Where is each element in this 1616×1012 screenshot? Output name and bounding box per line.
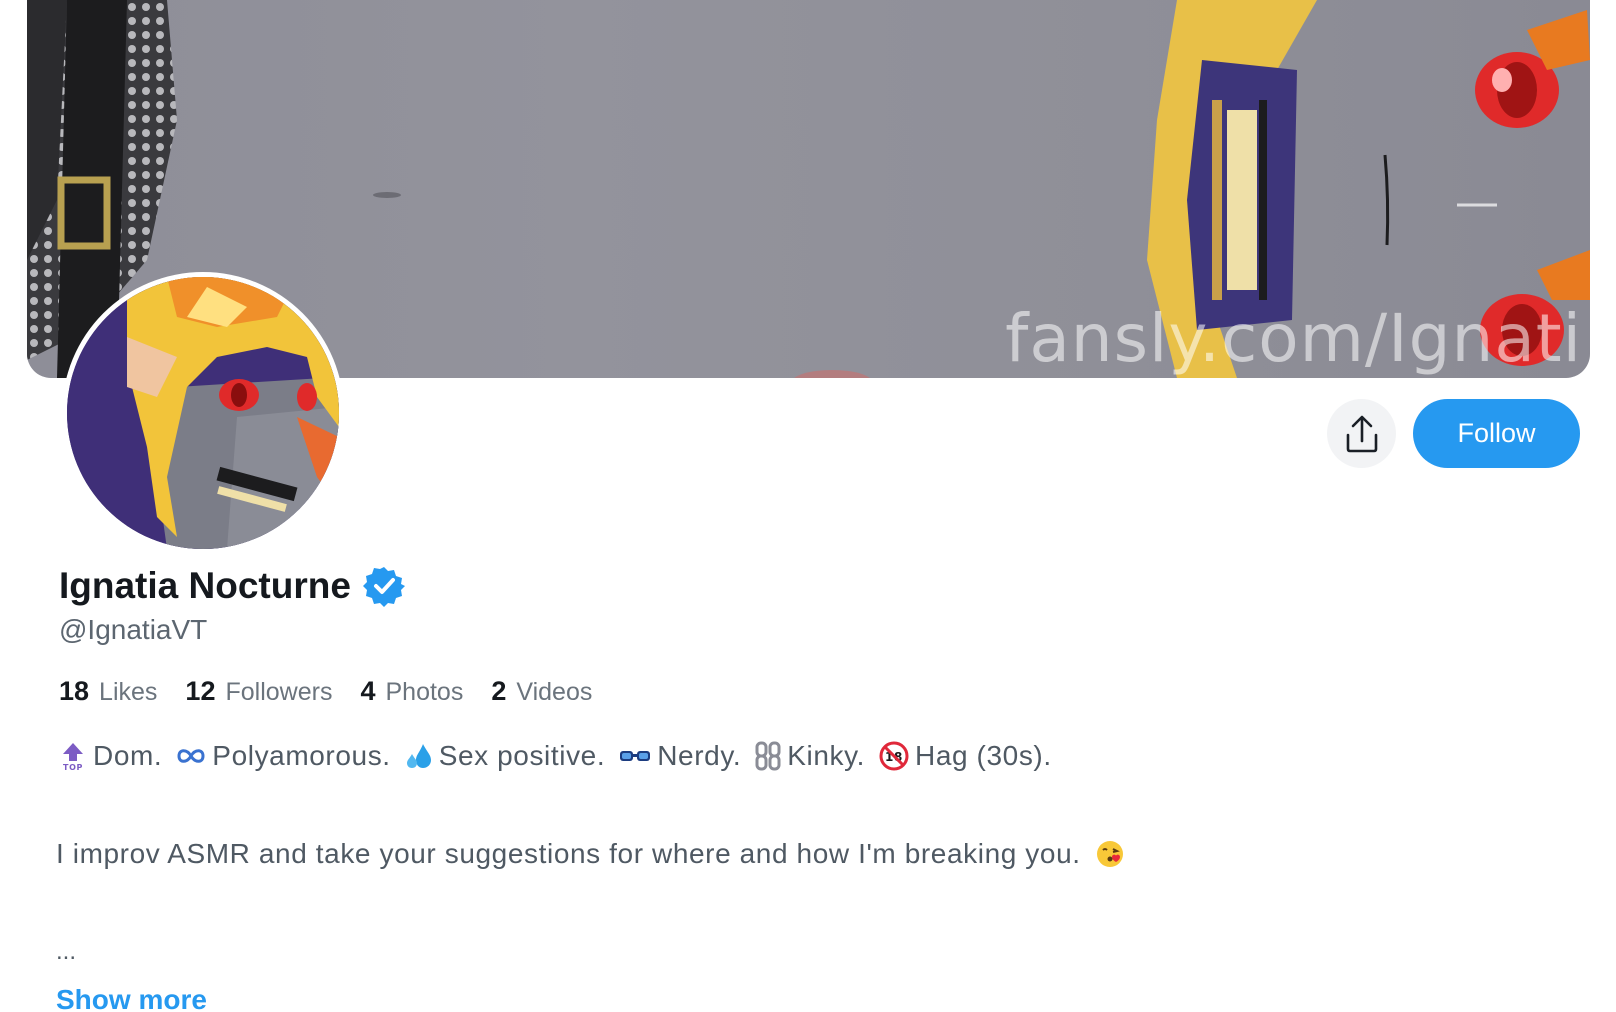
follow-button[interactable]: Follow [1413, 399, 1580, 468]
avatar[interactable] [62, 272, 344, 554]
bio-tag: Polyamorous. [176, 740, 390, 772]
stat-label: Likes [99, 678, 158, 706]
stat-value: 12 [185, 676, 216, 706]
display-name-row: Ignatia Nocturne [59, 565, 405, 607]
stat-value: 2 [491, 676, 507, 706]
bio-tag-text: Polyamorous. [212, 740, 391, 771]
profile-handle: @IgnatiaVT [59, 614, 208, 645]
banner-watermark: fansly.com/Ignati [1005, 300, 1582, 377]
bio-tag: TOP Dom. [59, 740, 162, 772]
stat-value: 18 [59, 676, 90, 706]
bio-tag-text: Kinky. [787, 740, 866, 771]
display-name: Ignatia Nocturne [59, 565, 351, 606]
no-under-18-icon: 18 [879, 741, 909, 771]
chains-icon [755, 741, 781, 771]
stat-likes[interactable]: 18 Likes [59, 676, 157, 707]
top-arrow-icon: TOP [59, 741, 87, 771]
bio-tags: TOP Dom. Polyamorous. Sex positive. Nerd… [59, 740, 1066, 772]
avatar-image [67, 277, 339, 549]
glasses-icon [619, 748, 651, 764]
stat-label: Videos [516, 678, 593, 706]
bio-tag: Nerdy. [619, 740, 741, 772]
bio-tag: Kinky. [755, 740, 865, 772]
show-more-link[interactable]: Show more [56, 984, 207, 1012]
bio-tag: 18 Hag (30s). [879, 740, 1052, 772]
profile-page: fansly.com/Ignati Follow Ignatia Nocturn… [0, 0, 1616, 1012]
stat-videos[interactable]: 2 Videos [491, 676, 592, 707]
share-upload-icon [1346, 415, 1377, 452]
sweat-droplets-icon [405, 742, 433, 770]
svg-text:TOP: TOP [63, 763, 83, 771]
profile-stats: 18 Likes 12 Followers 4 Photos 2 Videos [59, 676, 620, 707]
bio-tag-text: Sex positive. [438, 740, 606, 771]
stat-label: Photos [385, 678, 464, 706]
face-blowing-kiss-icon [1096, 841, 1123, 867]
stat-label: Followers [225, 678, 333, 706]
infinity-icon [176, 747, 206, 765]
share-button[interactable] [1327, 399, 1396, 468]
bio-description: I improv ASMR and take your suggestions … [56, 838, 1125, 870]
bio-tag-text: Nerdy. [657, 740, 742, 771]
bio-tag: Sex positive. [405, 740, 606, 772]
stat-followers[interactable]: 12 Followers [185, 676, 332, 707]
stat-value: 4 [360, 676, 376, 706]
bio-line-text: I improv ASMR and take your suggestions … [56, 838, 1081, 869]
verified-badge-icon [362, 567, 405, 607]
bio-tag-text: Dom. [93, 740, 163, 771]
bio-tag-text: Hag (30s). [915, 740, 1052, 771]
stat-photos[interactable]: 4 Photos [360, 676, 463, 707]
bio-ellipsis: ... [56, 938, 77, 965]
